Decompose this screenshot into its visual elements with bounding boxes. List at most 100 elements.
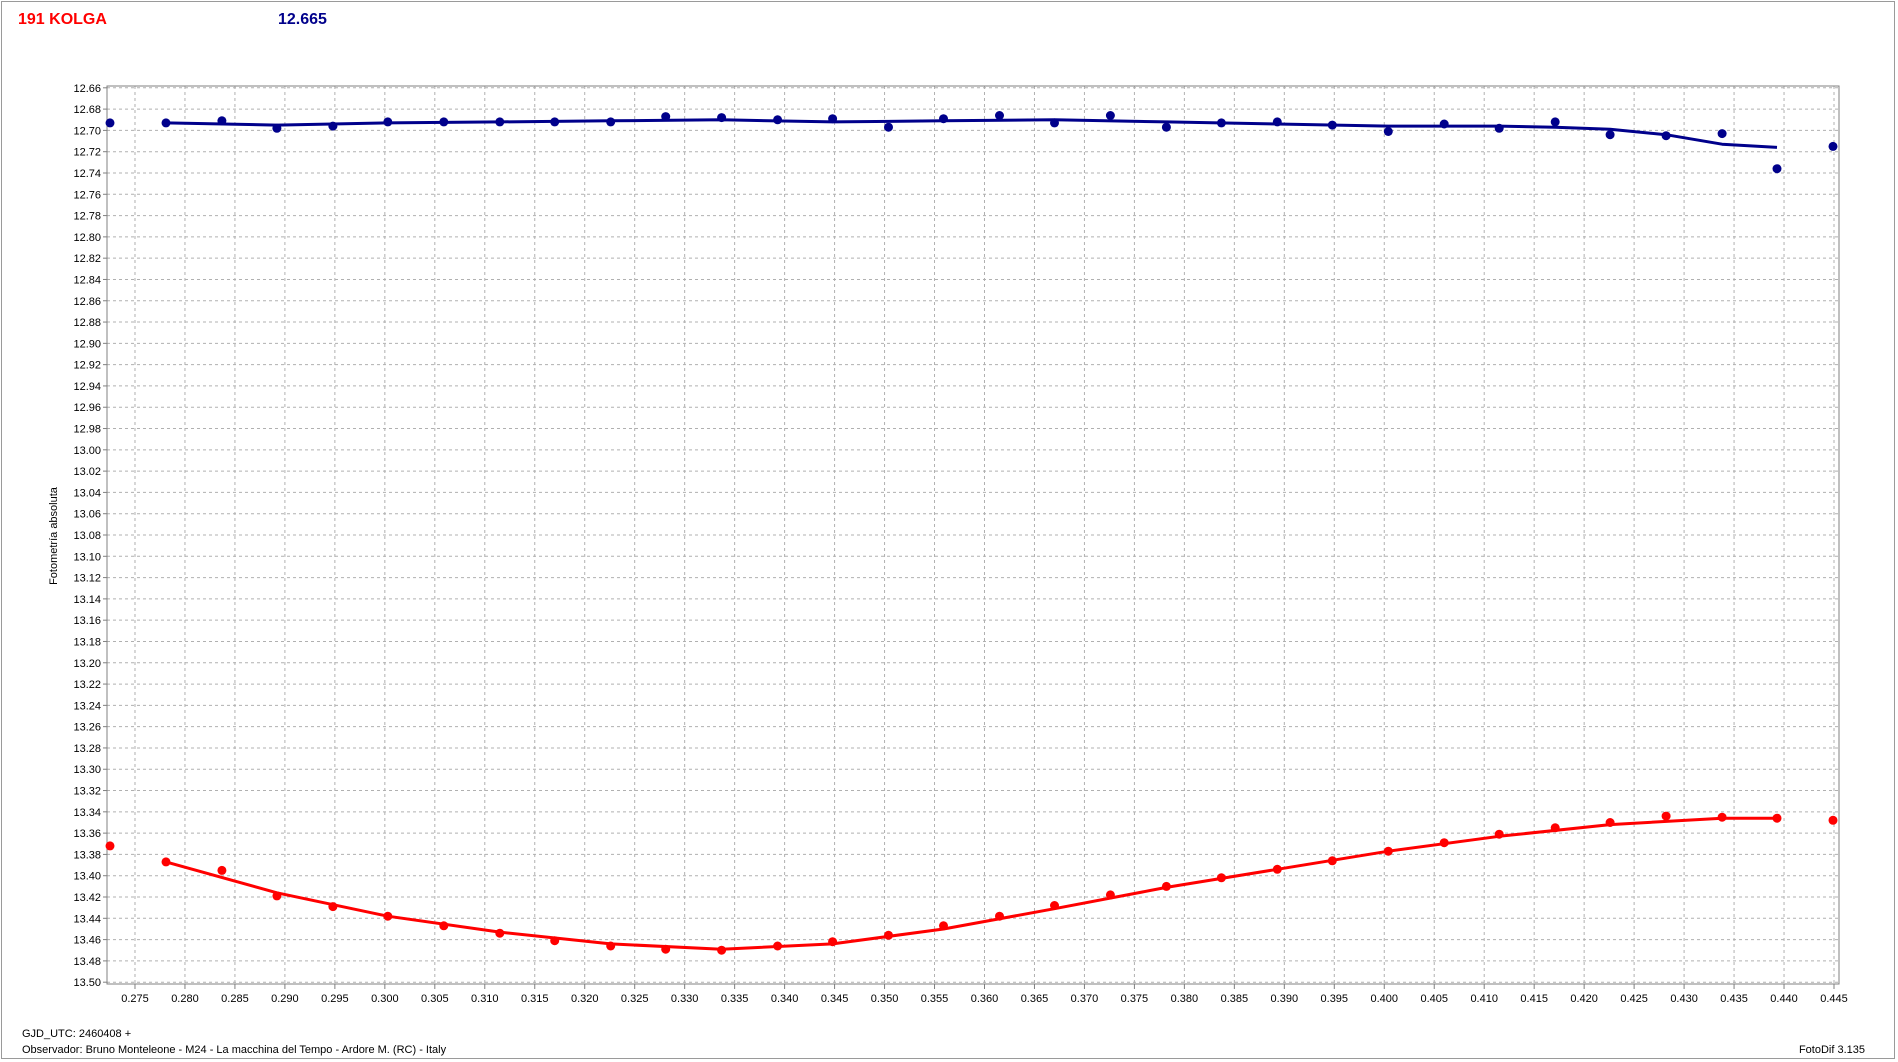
data-point (105, 841, 115, 851)
data-point (161, 118, 171, 128)
x-tick-label: 0.300 (371, 993, 399, 1005)
x-tick-label: 0.295 (321, 993, 349, 1005)
data-point (661, 944, 671, 954)
y-tick-label: 13.26 (73, 722, 101, 734)
x-tick-label: 0.325 (621, 993, 649, 1005)
data-point (773, 115, 783, 125)
data-point (105, 118, 115, 128)
data-point (1828, 815, 1838, 825)
series-0 (105, 111, 1838, 174)
data-point (1383, 846, 1393, 856)
y-tick-label: 13.08 (73, 530, 101, 542)
y-tick-label: 12.70 (73, 125, 101, 137)
data-point (1216, 118, 1226, 128)
x-tick-label: 0.405 (1420, 993, 1448, 1005)
data-point (328, 121, 338, 131)
data-point (1161, 881, 1171, 891)
data-point (1550, 823, 1560, 833)
data-point (550, 936, 560, 946)
data-point (1161, 122, 1171, 132)
y-tick-label: 12.88 (73, 317, 101, 329)
x-tick-label: 0.275 (121, 993, 149, 1005)
data-point (217, 865, 227, 875)
x-tick-label: 0.435 (1720, 993, 1748, 1005)
data-point (1550, 117, 1560, 127)
y-tick-label: 13.10 (73, 551, 101, 563)
data-point (828, 114, 838, 124)
data-point (1494, 123, 1504, 133)
data-point (1717, 812, 1727, 822)
data-point (1772, 164, 1782, 174)
data-point (439, 117, 449, 127)
data-point (1216, 873, 1226, 883)
data-point (328, 902, 338, 912)
version-label: FotoDif 3.135 (1798, 1044, 1865, 1056)
y-tick-label: 12.72 (73, 147, 101, 159)
data-point (1661, 811, 1671, 821)
data-point (1050, 118, 1059, 128)
y-tick-label: 12.68 (73, 104, 101, 116)
y-tick-label: 13.12 (73, 573, 101, 585)
data-point (272, 891, 282, 901)
x-tick-label: 0.445 (1820, 993, 1848, 1005)
x-tick-label: 0.280 (171, 993, 199, 1005)
x-tick-label: 0.320 (571, 993, 599, 1005)
y-tick-label: 12.78 (73, 211, 101, 223)
y-tick-label: 13.48 (73, 956, 101, 968)
data-point (1327, 120, 1337, 130)
data-point (383, 911, 393, 921)
y-tick-label: 12.74 (73, 168, 101, 180)
data-point (550, 117, 560, 127)
y-tick-label: 12.82 (73, 253, 101, 265)
x-tick-label: 0.305 (421, 993, 449, 1005)
data-point (717, 945, 727, 955)
y-tick-label: 12.86 (73, 296, 101, 308)
x-tick-label: 0.420 (1570, 993, 1598, 1005)
x-tick-label: 0.410 (1470, 993, 1498, 1005)
data-point (272, 123, 282, 133)
data-point (217, 116, 227, 126)
data-point (439, 921, 449, 931)
y-axis-label: Fotometría absoluta (48, 487, 60, 585)
data-point (1105, 111, 1115, 120)
data-point (1717, 129, 1727, 139)
x-tick-label: 0.430 (1670, 993, 1698, 1005)
data-point (495, 928, 505, 938)
data-point (939, 114, 948, 124)
data-point (1272, 117, 1282, 127)
data-point (1272, 864, 1282, 874)
grid-lines (107, 86, 1839, 984)
y-tick-label: 13.02 (73, 466, 101, 478)
data-point (1439, 838, 1449, 848)
data-point (1439, 119, 1449, 129)
data-point (1828, 141, 1838, 151)
x-tick-label: 0.340 (771, 993, 799, 1005)
y-axis-ticks: 12.66 12.68 12.70 12.72 12.74 12.76 12.78 12.80… (73, 83, 107, 989)
y-tick-label: 13.30 (73, 764, 101, 776)
data-point (161, 857, 171, 867)
x-tick-label: 0.395 (1321, 993, 1349, 1005)
y-tick-label: 12.92 (73, 360, 101, 372)
data-point (495, 117, 505, 127)
data-point (606, 941, 616, 951)
observer-label: Observador: Bruno Monteleone - M24 - La … (22, 1044, 447, 1056)
y-tick-label: 13.22 (73, 679, 101, 691)
data-point (773, 941, 783, 951)
y-tick-label: 13.34 (73, 807, 101, 819)
data-point (995, 111, 1004, 120)
x-tick-label: 0.355 (921, 993, 949, 1005)
x-tick-label: 0.390 (1271, 993, 1299, 1005)
x-tick-label: 0.350 (871, 993, 899, 1005)
y-tick-label: 13.06 (73, 509, 101, 521)
y-tick-label: 13.28 (73, 743, 101, 755)
x-tick-label: 0.360 (971, 993, 999, 1005)
x-tick-label: 0.425 (1620, 993, 1648, 1005)
y-tick-label: 13.36 (73, 828, 101, 840)
y-tick-label: 13.18 (73, 636, 101, 648)
series-layer (105, 111, 1838, 955)
y-tick-label: 12.98 (73, 424, 101, 436)
y-tick-label: 13.00 (73, 445, 101, 457)
x-tick-label: 0.375 (1121, 993, 1149, 1005)
data-point (884, 122, 893, 132)
y-tick-label: 13.38 (73, 849, 101, 861)
